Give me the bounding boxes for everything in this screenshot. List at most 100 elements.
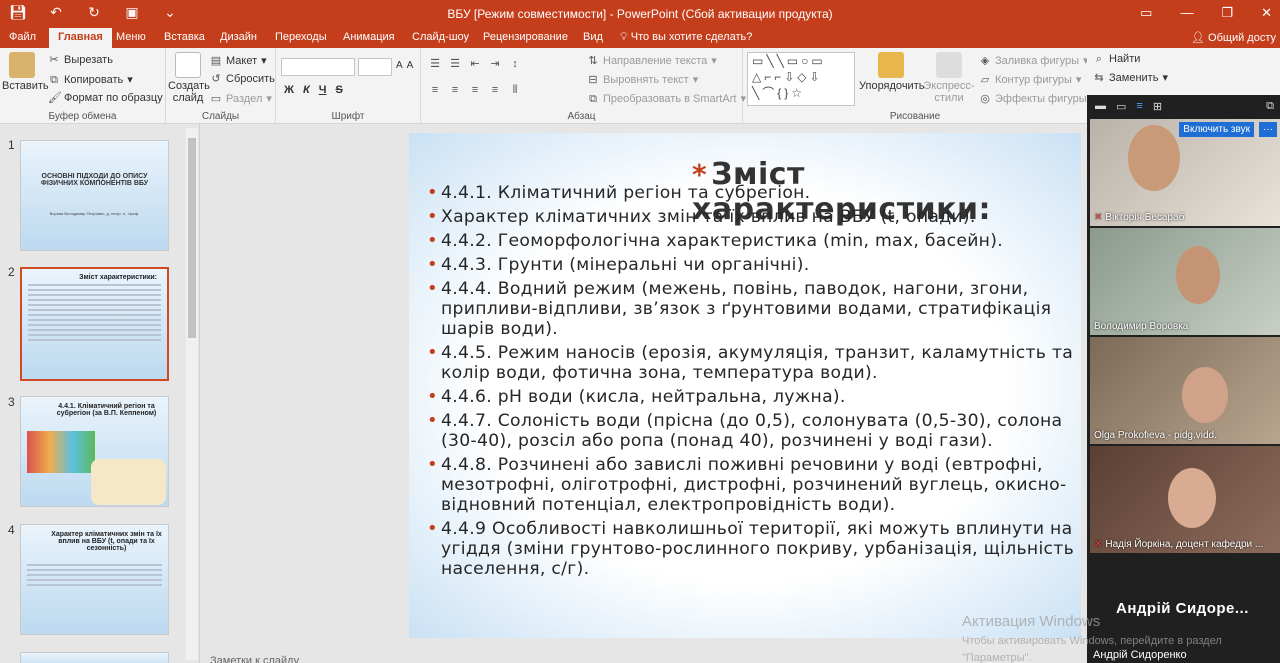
new-slide-button[interactable]: Создать слайд	[168, 52, 210, 104]
notes-pane[interactable]: Заметки к слайду	[210, 655, 299, 663]
participant-tile[interactable]: Olga Prokofieva - pidg.vidd.	[1090, 337, 1280, 444]
participant-name: Olga Prokofieva - pidg.vidd.	[1094, 430, 1217, 441]
shape-fill-button[interactable]: ◈ Заливка фигуры ▾	[979, 54, 1089, 68]
italic-button[interactable]: К	[303, 84, 310, 96]
scrollbar-thumb[interactable]	[188, 138, 196, 338]
tab-transitions[interactable]: Переходы	[275, 31, 327, 43]
more-options-button[interactable]: ···	[1259, 122, 1277, 137]
tab-review[interactable]: Рецензирование	[483, 31, 568, 43]
gallery-view-icon[interactable]: ⊞	[1153, 100, 1162, 113]
thumb-number: 4	[8, 523, 15, 537]
columns-icon[interactable]: ⫴	[509, 84, 521, 96]
tab-home[interactable]: Главная	[49, 28, 112, 48]
align-left-icon[interactable]: ≡	[429, 84, 441, 96]
bold-button[interactable]: Ж	[284, 84, 294, 96]
layout-icon: ▤	[210, 54, 222, 67]
outdent-icon[interactable]: ⇥	[489, 58, 501, 70]
close-icon[interactable]: ✕	[1261, 5, 1272, 21]
section-button[interactable]: ▭ Раздел ▾	[210, 92, 272, 106]
font-name-combo[interactable]	[281, 58, 355, 76]
participant-tile[interactable]: Володимир Воровка	[1090, 228, 1280, 335]
replace-icon: ⇆	[1094, 71, 1104, 84]
thumbnails-scrollbar[interactable]	[186, 128, 198, 660]
paste-button[interactable]: Вставить	[2, 52, 49, 92]
current-slide[interactable]: *Зміст характеристики: 4.4.1. Кліматични…	[409, 133, 1081, 638]
person-icon: 👤︎	[1191, 32, 1205, 44]
text-direction-icon: ⇅	[588, 54, 598, 67]
mic-off-icon: ✕	[1094, 539, 1103, 550]
tab-file[interactable]: Файл	[9, 31, 36, 43]
share-button[interactable]: 👤︎ Общий досту	[1191, 31, 1276, 44]
thumb-number: 3	[8, 395, 15, 409]
align-center-icon[interactable]: ≡	[449, 84, 461, 96]
font-format-buttons: Ж К Ч S	[284, 84, 343, 96]
indent-icon[interactable]: ⇤	[469, 58, 481, 70]
ukraine-map-image	[91, 459, 166, 505]
ribbon-options-icon[interactable]: ▭	[1140, 5, 1152, 21]
paragraph-group: ☰ ☰ ⇤ ⇥ ↕ ≡ ≡ ≡ ≡ ⫴ ⇅ Направление текста …	[421, 48, 746, 124]
shape-outline-button[interactable]: ▱ Контур фигуры ▾	[979, 73, 1082, 87]
minimize-call-icon[interactable]: ▬	[1095, 100, 1106, 112]
slides-group: Создать слайд ▤ Макет ▾ ↺ Сбросить ▭ Раздел…	[166, 48, 276, 124]
tab-design[interactable]: Дизайн	[220, 31, 257, 43]
editing-group: ⌕ Найти ⇆ Заменить ▾	[1087, 48, 1280, 95]
slide-thumbnail-5[interactable]	[20, 652, 169, 663]
slide-body[interactable]: 4.4.1. Кліматичний регіон та субрегіон. …	[427, 183, 1077, 583]
underline-button[interactable]: Ч	[319, 84, 327, 96]
quick-styles-button[interactable]: Экспресс-стили	[923, 52, 975, 104]
format-painter-button[interactable]: 🖌︎ Формат по образцу	[48, 92, 163, 104]
grow-font-icon[interactable]: A	[396, 60, 403, 71]
drawing-group-label: Рисование	[889, 111, 941, 122]
tab-menu[interactable]: Меню	[116, 31, 146, 43]
bullet-item: 4.4.3. Грунти (мінеральні чи органічні).	[427, 255, 1077, 275]
slide-thumbnail-4[interactable]: Характер кліматичних змін та їх вплив на…	[20, 524, 169, 635]
participant-video	[1182, 367, 1228, 423]
maximize-icon[interactable]: ❐	[1221, 5, 1233, 21]
cut-button[interactable]: ✂ Вырезать	[48, 54, 113, 66]
tab-slideshow[interactable]: Слайд-шоу	[412, 31, 469, 43]
layout-button[interactable]: ▤ Макет ▾	[210, 54, 267, 68]
slide-thumbnail-1[interactable]: ОСНОВНІ ПІДХОДИ ДО ОПИСУ ФІЗИЧНИХ КОМПОН…	[20, 140, 169, 251]
replace-button[interactable]: ⇆ Заменить ▾	[1093, 71, 1168, 85]
new-slide-icon	[175, 52, 201, 78]
font-size-combo[interactable]	[358, 58, 392, 76]
line-spacing-icon[interactable]: ↕	[509, 58, 521, 70]
align-text-button[interactable]: ⊟ Выровнять текст ▾	[587, 73, 698, 87]
text-direction-button[interactable]: ⇅ Направление текста ▾	[587, 54, 716, 68]
strike-button[interactable]: S	[335, 84, 342, 96]
align-right-icon[interactable]: ≡	[469, 84, 481, 96]
find-button[interactable]: ⌕ Найти	[1093, 53, 1140, 65]
video-call-panel: ▬ ▭ ≡ ⊞ ⧉ Включить звук ··· ✕ Вікторія Бе…	[1087, 95, 1280, 663]
copy-icon: ⧉	[50, 73, 58, 86]
smartart-icon: ⧉	[589, 92, 597, 105]
tab-view[interactable]: Вид	[583, 31, 603, 43]
layout-icon[interactable]: ▭	[1116, 100, 1126, 113]
slides-group-label: Слайды	[201, 111, 240, 122]
active-speaker-label: Андрій Сидоре...	[1116, 600, 1249, 617]
tab-animations[interactable]: Анимация	[343, 31, 395, 43]
numbering-icon[interactable]: ☰	[449, 58, 461, 70]
participant-tile[interactable]: Включить звук ··· ✕ Вікторія Бесараб	[1090, 119, 1280, 226]
tab-insert[interactable]: Вставка	[164, 31, 205, 43]
popout-icon[interactable]: ⧉	[1266, 100, 1274, 113]
shape-effects-button[interactable]: ◎Эффекты фигуры ▾	[979, 92, 1096, 106]
participant-name: ✕ Вікторія Бесараб	[1094, 212, 1185, 223]
participant-tile[interactable]: ✕ Надія Йоркіна, доцент кафедри ...	[1090, 446, 1280, 553]
slide-thumbnail-3[interactable]: 4.4.1. Кліматичний регіон та субрегіон (…	[20, 396, 169, 507]
thumb-number: 1	[8, 138, 15, 152]
copy-button[interactable]: ⧉ Копировать ▾	[48, 73, 133, 87]
slide-thumbnail-2[interactable]: Зміст характеристики:	[20, 267, 169, 381]
justify-icon[interactable]: ≡	[489, 84, 501, 96]
unmute-button[interactable]: Включить звук	[1179, 122, 1254, 137]
reset-button[interactable]: ↺ Сбросить	[210, 73, 275, 85]
bullets-icon[interactable]: ☰	[429, 58, 441, 70]
shrink-font-icon[interactable]: A	[407, 60, 414, 71]
tell-me-box[interactable]: 💡︎ Что вы хотите сделать?	[620, 31, 752, 44]
search-icon: ⌕	[1095, 53, 1103, 65]
speaker-view-icon[interactable]: ≡	[1136, 100, 1142, 112]
arrange-button[interactable]: Упорядочить	[859, 52, 924, 92]
shapes-gallery[interactable]: ▭╲╲▭○▭ △⌐⌐⇩◇⇩ ╲⌒{}☆	[747, 52, 855, 106]
activation-watermark-text: Чтобы активировать Windows, перейдите в …	[962, 635, 1222, 647]
minimize-icon[interactable]: —	[1180, 5, 1193, 21]
smartart-button[interactable]: ⧉ Преобразовать в SmartArt ▾	[587, 92, 746, 106]
